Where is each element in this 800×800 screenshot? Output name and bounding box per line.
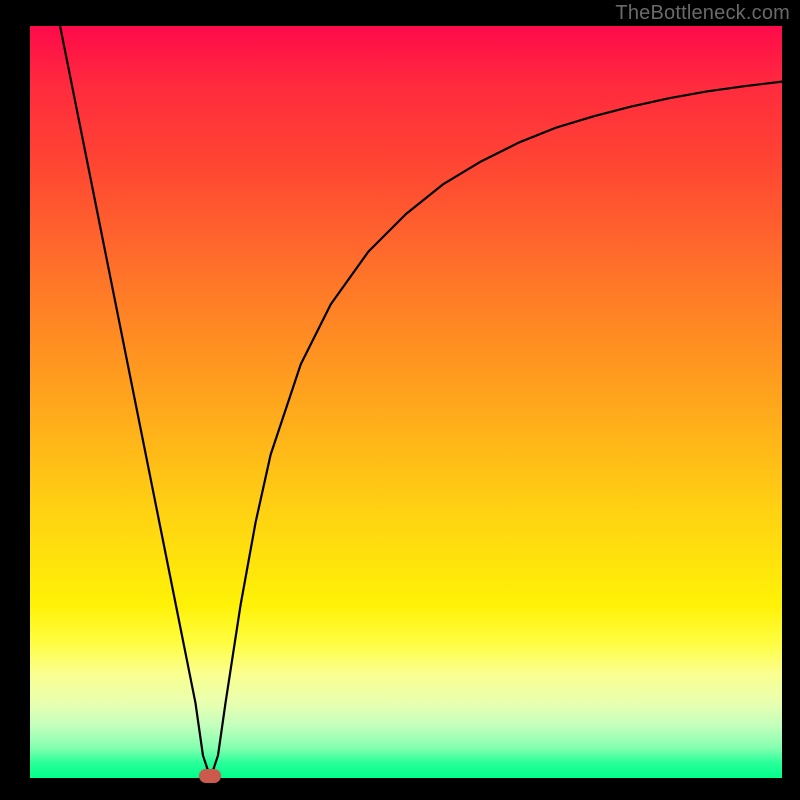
bottleneck-minimum-marker [199, 769, 221, 783]
watermark-text: TheBottleneck.com [615, 2, 790, 25]
plot-area [30, 26, 782, 778]
bottleneck-curve [30, 26, 782, 778]
chart-frame: TheBottleneck.com [0, 0, 800, 800]
